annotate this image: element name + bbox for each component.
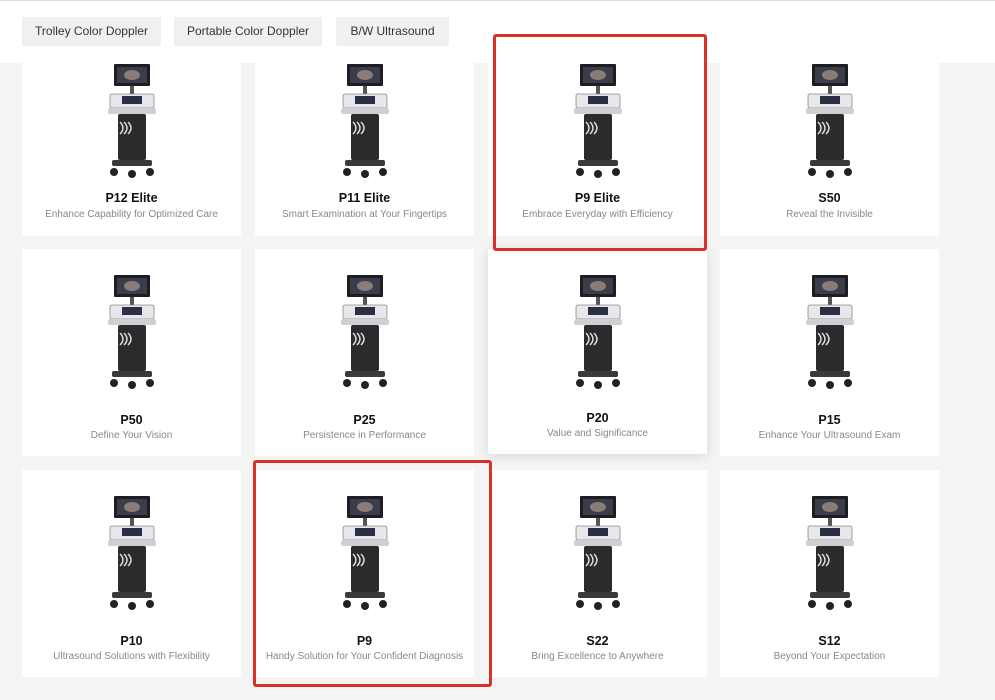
product-description: Enhance Capability for Optimized Care [45, 209, 218, 220]
tab-trolley-color-doppler[interactable]: Trolley Color Doppler [22, 17, 161, 46]
product-name: P9 [356, 634, 373, 648]
ultrasound-machine-image [340, 64, 389, 178]
product-name: P25 [353, 413, 376, 427]
product-description: Beyond Your Expectation [773, 651, 886, 662]
product-card-p12-elite[interactable]: P12 Elite Enhance Capability for Optimiz… [22, 62, 241, 236]
product-description: Handy Solution for Your Confident Diagno… [265, 651, 464, 662]
product-name: P15 [818, 413, 841, 427]
ultrasound-machine-image [107, 64, 156, 178]
ultrasound-machine-image [573, 275, 622, 389]
product-description: Ultrasound Solutions with Flexibility [53, 651, 210, 662]
ultrasound-machine-image [340, 496, 389, 610]
product-description: Bring Excellence to Anywhere [531, 651, 664, 662]
ultrasound-machine-image [805, 64, 854, 178]
product-name: S50 [818, 191, 841, 205]
product-name: S12 [818, 634, 841, 648]
product-description: Value and Significance [547, 428, 648, 439]
ultrasound-machine-image [340, 275, 389, 389]
product-name: P20 [586, 411, 609, 425]
product-name: P12 Elite [105, 191, 158, 205]
ultrasound-machine-image [573, 64, 622, 178]
product-name: S22 [586, 634, 609, 648]
ultrasound-machine-image [573, 496, 622, 610]
product-description: Reveal the Invisible [786, 209, 873, 220]
product-name: P10 [120, 634, 143, 648]
product-description: Smart Examination at Your Fingertips [281, 209, 448, 220]
product-card-p11-elite[interactable]: P11 Elite Smart Examination at Your Fing… [255, 62, 474, 236]
ultrasound-machine-image [107, 496, 156, 610]
ultrasound-machine-image [107, 275, 156, 389]
product-card-p25[interactable]: P25 Persistence in Performance [255, 249, 474, 456]
tab-portable-color-doppler[interactable]: Portable Color Doppler [174, 17, 322, 46]
product-description: Persistence in Performance [303, 430, 426, 441]
ultrasound-machine-image [805, 496, 854, 610]
product-card-p20[interactable]: P20 Value and Significance [488, 249, 707, 454]
product-card-p10[interactable]: P10 Ultrasound Solutions with Flexibilit… [22, 470, 241, 677]
product-description: Embrace Everyday with Efficiency [522, 209, 673, 220]
product-card-p9[interactable]: P9 Handy Solution for Your Confident Dia… [255, 470, 474, 677]
product-name: P11 Elite [338, 191, 391, 205]
product-card-p50[interactable]: P50 Define Your Vision [22, 249, 241, 456]
product-card-p9-elite[interactable]: P9 Elite Embrace Everyday with Efficienc… [488, 62, 707, 236]
product-card-s50[interactable]: S50 Reveal the Invisible [720, 62, 939, 236]
product-description: Define Your Vision [90, 430, 173, 441]
category-tab-bar: Trolley Color Doppler Portable Color Dop… [0, 0, 995, 63]
product-name: P50 [120, 413, 143, 427]
product-card-s12[interactable]: S12 Beyond Your Expectation [720, 470, 939, 677]
product-name: P9 Elite [574, 191, 621, 205]
product-card-p15[interactable]: P15 Enhance Your Ultrasound Exam [720, 249, 939, 456]
product-card-s22[interactable]: S22 Bring Excellence to Anywhere [488, 470, 707, 677]
tab-bw-ultrasound[interactable]: B/W Ultrasound [336, 17, 449, 46]
ultrasound-machine-image [805, 275, 854, 389]
product-description: Enhance Your Ultrasound Exam [758, 430, 901, 441]
